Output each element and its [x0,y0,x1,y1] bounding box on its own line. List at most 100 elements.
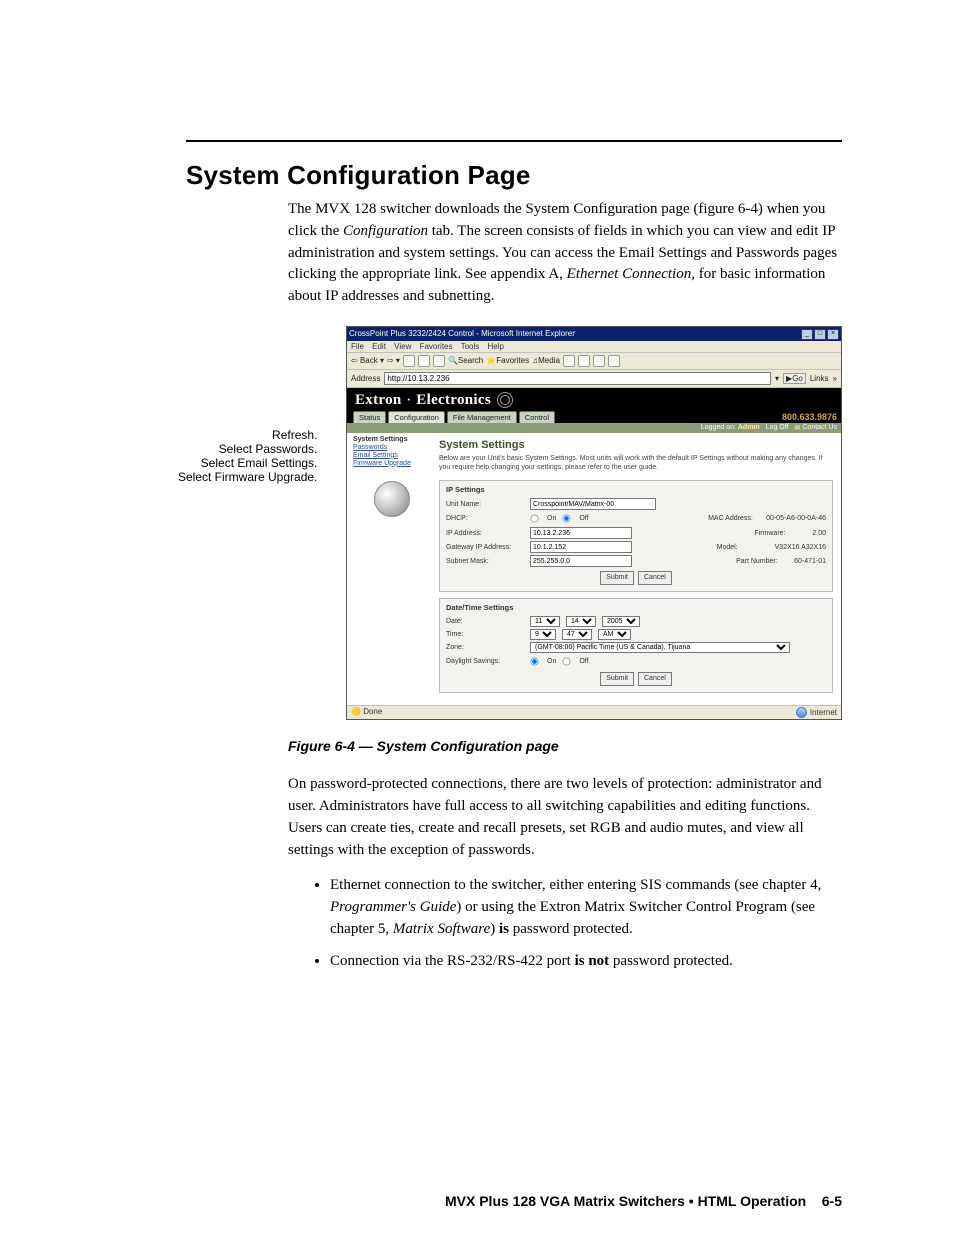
browser-addressbar: Address ▾ ▶Go Links » [347,370,841,388]
top-rule [186,140,842,142]
sidebar-item-system-settings[interactable]: System Settings [353,436,431,443]
edit-icon[interactable] [608,355,620,367]
browser-toolbar: ⇦ Back ▾ ⇨ ▾ 🔍Search ⭐Favorites ♫Media [347,353,841,370]
links-chevron-icon: » [833,374,837,383]
menu-file[interactable]: File [351,342,364,351]
main-title: System Settings [439,439,833,451]
time-label: Time: [446,631,524,638]
gw-input[interactable] [530,541,632,553]
year-select[interactable]: 2005 [602,616,640,627]
mac-value: 00-05-A6-00-0A-46 [766,515,826,522]
ampm-select[interactable]: AM [598,629,631,640]
ip-input[interactable] [530,527,632,539]
bullet-1: Ethernet connection to the switcher, eit… [330,875,842,940]
intro-paragraph: The MVX 128 switcher downloads the Syste… [288,199,842,308]
favorites-button[interactable]: ⭐Favorites [486,356,529,365]
page-footer: MVX Plus 128 VGA Matrix Switchers • HTML… [186,1193,842,1209]
ip-heading: IP Settings [446,485,826,494]
menu-favorites[interactable]: Favorites [420,342,453,351]
month-select[interactable]: 11 [530,616,560,627]
sidebar-item-firmware-upgrade[interactable]: Firmware Upgrade [353,460,431,467]
maximize-button[interactable]: □ [814,329,826,340]
window-controls: _□× [800,328,839,340]
browser-titlebar: CrossPoint Plus 3232/2424 Control - Micr… [347,327,841,341]
menu-view[interactable]: View [394,342,411,351]
browser-statusbar: 🟡 Done Internet [347,705,841,719]
address-input[interactable] [384,372,771,385]
brand-dot: • [408,396,411,404]
browser-menubar: File Edit View Favorites Tools Help [347,341,841,353]
back-button[interactable]: ⇦ Back ▾ [351,356,384,365]
mail-icon: ✉ [795,424,801,432]
ip-submit-button[interactable]: Submit [600,571,634,585]
search-button[interactable]: 🔍Search [448,356,483,365]
print-icon[interactable] [593,355,605,367]
mail-icon[interactable] [578,355,590,367]
go-button[interactable]: ▶Go [783,373,806,384]
main-desc: Below are your Unit's basic System Setti… [439,455,833,473]
log-off-link[interactable]: Log Off [766,424,789,431]
bullet-2: Connection via the RS-232/RS-422 port is… [330,951,842,973]
dt-submit-button[interactable]: Submit [600,672,634,686]
menu-tools[interactable]: Tools [461,342,480,351]
tab-file-management[interactable]: File Management [447,411,517,423]
media-button[interactable]: ♫Media [532,356,560,365]
datetime-panel: Date/Time Settings Date: 11 14 2005 Time… [439,598,833,693]
forward-button[interactable]: ⇨ ▾ [387,356,400,365]
ds-off-radio[interactable] [563,658,571,666]
dhcp-off-radio[interactable] [563,515,571,523]
minute-select[interactable]: 47 [562,629,592,640]
close-button[interactable]: × [827,329,839,340]
ip-settings-panel: IP Settings Unit Name: DHCP: On Off MAC … [439,480,833,592]
model-label: Model: [717,544,769,551]
callout-refresh: Refresh. [178,428,317,442]
figure-callouts: Refresh. Select Passwords. Select Email … [178,428,317,484]
address-label: Address [351,374,380,383]
callout-email: Select Email Settings. [178,456,317,470]
page-heading: System Configuration Page [186,160,842,191]
day-select[interactable]: 14 [566,616,596,627]
main-panel: System Settings Below are your Unit's ba… [431,433,841,706]
sidebar-item-passwords[interactable]: Passwords [353,444,431,451]
logged-on-user: Admin [738,424,760,431]
unit-name-input[interactable] [530,498,656,510]
mask-input[interactable] [530,555,632,567]
home-icon[interactable] [433,355,445,367]
callout-firmware: Select Firmware Upgrade. [178,470,317,484]
sidebar-item-email-settings[interactable]: Email Settings [353,452,431,459]
zone-select[interactable]: (GMT-08:00) Pacific Time (US & Canada), … [530,642,790,653]
tab-control[interactable]: Control [519,411,555,423]
sidebar: System Settings Passwords Email Settings… [347,433,431,706]
stop-icon[interactable] [403,355,415,367]
zone-label: Zone: [446,644,524,651]
fw-value: 2.00 [812,530,826,537]
minimize-button[interactable]: _ [801,329,813,340]
links-label[interactable]: Links [810,374,829,383]
browser-title: CrossPoint Plus 3232/2424 Control - Micr… [349,329,575,338]
dhcp-label: DHCP: [446,515,524,522]
dhcp-on-radio[interactable] [531,515,539,523]
menu-help[interactable]: Help [488,342,504,351]
sidebar-logo [374,481,410,517]
footer-product: MVX Plus 128 VGA Matrix Switchers • HTML… [445,1193,806,1209]
mask-label: Subnet Mask: [446,558,524,565]
tab-row: Status Configuration File Management Con… [347,411,841,423]
mac-label: MAC Address: [708,515,760,522]
ds-on-radio[interactable] [531,658,539,666]
tab-status[interactable]: Status [353,411,386,423]
ip-cancel-button[interactable]: Cancel [638,571,672,585]
tab-configuration[interactable]: Configuration [388,411,445,423]
refresh-icon[interactable] [418,355,430,367]
dt-heading: Date/Time Settings [446,603,826,612]
footer-page: 6-5 [822,1193,842,1209]
intro-em-2: Ethernet Connection [567,266,692,282]
dt-cancel-button[interactable]: Cancel [638,672,672,686]
ds-label: Daylight Savings: [446,658,524,665]
address-dropdown-icon[interactable]: ▾ [775,374,779,383]
hour-select[interactable]: 9 [530,629,556,640]
bullet-list: Ethernet connection to the switcher, eit… [312,875,842,972]
pn-label: Part Number: [736,558,788,565]
contact-us-link[interactable]: ✉Contact Us [795,424,838,432]
menu-edit[interactable]: Edit [372,342,386,351]
history-icon[interactable] [563,355,575,367]
